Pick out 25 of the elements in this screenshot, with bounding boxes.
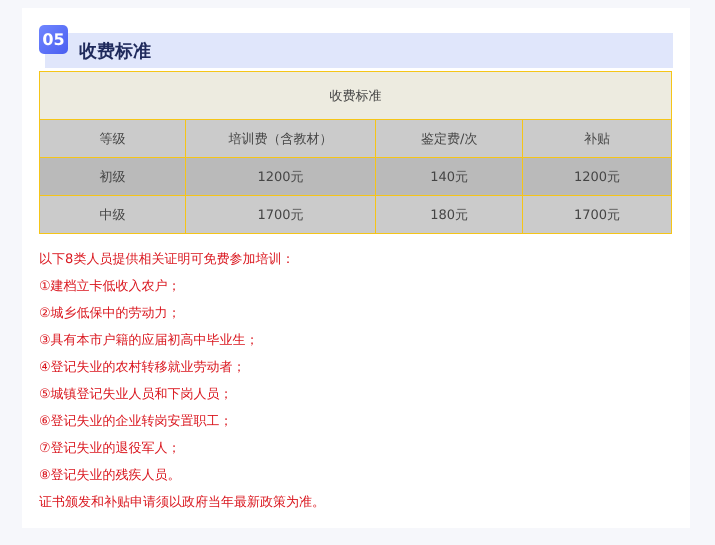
note-line: ③具有本市户籍的应届初高中毕业生； — [39, 332, 260, 350]
note-line: ⑥登记失业的企业转岗安置职工； — [39, 413, 234, 431]
column-header: 鉴定费/次 — [376, 120, 523, 158]
note-line: ①建档立卡低收入农户； — [39, 278, 182, 296]
table-caption: 收费标准 — [40, 72, 672, 120]
note-line: ⑤城镇登记失业人员和下岗人员； — [39, 386, 234, 404]
table-cell: 1200元 — [522, 158, 672, 196]
table-cell: 1700元 — [185, 196, 376, 234]
column-header: 培训费（含教材） — [185, 120, 376, 158]
column-header: 补贴 — [522, 120, 672, 158]
table-cell: 中级 — [40, 196, 186, 234]
table-cell: 1700元 — [522, 196, 672, 234]
section-title: 收费标准 — [79, 40, 151, 62]
note-line: ②城乡低保中的劳动力； — [39, 305, 182, 323]
note-line: 证书颁发和补贴申请须以政府当年最新政策为准。 — [39, 494, 326, 512]
table-cell: 初级 — [40, 158, 186, 196]
table-cell: 1200元 — [185, 158, 376, 196]
column-header: 等级 — [40, 120, 186, 158]
note-line: 以下8类人员提供相关证明可免费参加培训： — [39, 251, 296, 269]
note-line: ⑧登记失业的残疾人员。 — [39, 467, 182, 485]
note-line: ⑦登记失业的退役军人； — [39, 440, 182, 458]
note-line: ④登记失业的农村转移就业劳动者； — [39, 359, 247, 377]
section-number-badge: 05 — [39, 25, 68, 54]
table-cell: 140元 — [376, 158, 523, 196]
table-cell: 180元 — [376, 196, 523, 234]
